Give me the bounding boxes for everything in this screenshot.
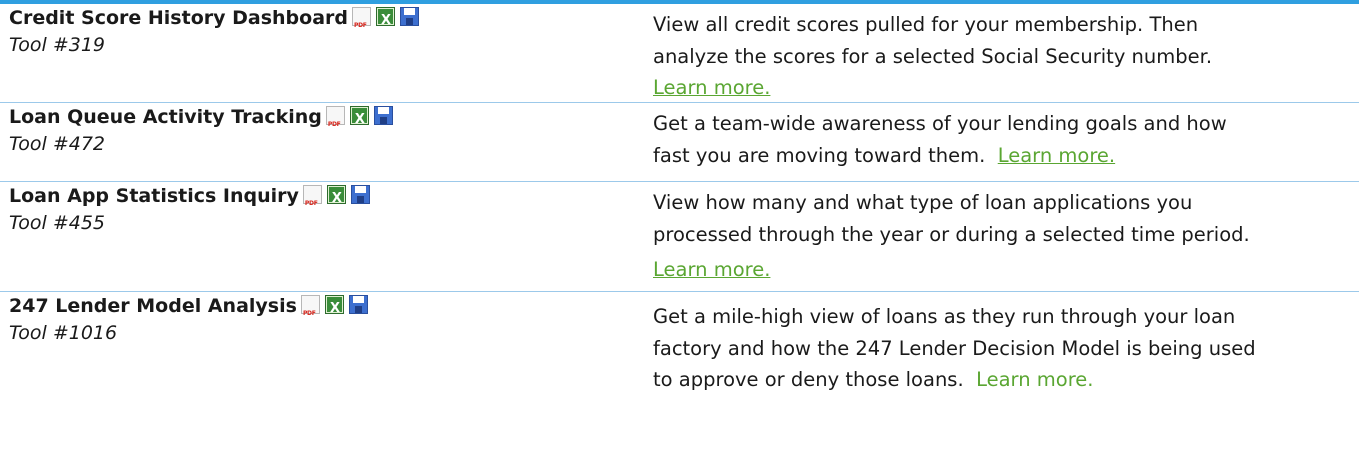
learn-more-link[interactable]: Learn more. <box>976 368 1093 391</box>
tool-description: Get a team-wide awareness of your lendin… <box>653 108 1353 171</box>
save-icon[interactable] <box>350 185 370 204</box>
save-icon[interactable] <box>373 106 393 125</box>
download-icons: PDF <box>300 295 368 321</box>
description-line: fast you are moving toward them. <box>653 143 998 167</box>
tool-description: View all credit scores pulled for your m… <box>653 9 1353 104</box>
pdf-icon[interactable]: PDF <box>300 295 320 317</box>
tool-name: Credit Score History Dashboard PDF <box>9 6 609 33</box>
excel-icon[interactable] <box>376 7 395 33</box>
tool-row: Loan App Statistics InquiryPDF Tool #455… <box>0 182 1359 292</box>
description-line: Get a mile-high view of loans as they ru… <box>653 305 1236 328</box>
tool-description: Get a mile-high view of loans as they ru… <box>653 301 1353 396</box>
description-line: to approve or deny those loans. <box>653 368 977 391</box>
description-line: View how many and what type of loan appl… <box>653 191 1193 214</box>
description-line: analyze the scores for a selected Social… <box>653 44 1213 68</box>
description-line: factory and how the 247 Lender Decision … <box>653 336 1256 360</box>
tool-number: Tool #319 <box>9 34 106 56</box>
tool-table: Credit Score History DashboardPDF Tool #… <box>0 4 1359 464</box>
tool-number: Tool #472 <box>9 133 106 155</box>
download-icons: PDF <box>325 106 393 132</box>
tool-name: 247 Lender Model Analysis PDF <box>9 294 609 321</box>
description-line: View all credit scores pulled for your m… <box>653 13 1199 36</box>
excel-icon[interactable] <box>326 185 346 211</box>
excel-icon[interactable] <box>349 106 369 132</box>
pdf-icon[interactable]: PDF <box>302 185 322 207</box>
tool-info: Credit Score History DashboardPDF Tool #… <box>9 4 609 58</box>
learn-more-link[interactable]: Learn more. <box>653 76 770 99</box>
description-line: processed through the year or during a s… <box>653 222 1250 246</box>
tool-info: Loan App Statistics InquiryPDF Tool #455 <box>9 182 609 236</box>
tool-name: Loan Queue Activity Tracking PDF <box>9 105 609 132</box>
tool-row: Loan Queue Activity TrackingPDF Tool #47… <box>0 103 1359 182</box>
download-icons: PDF <box>352 7 419 33</box>
tool-row: Credit Score History DashboardPDF Tool #… <box>0 4 1359 103</box>
download-icons: PDF <box>302 185 370 211</box>
tool-info: Loan Queue Activity TrackingPDF Tool #47… <box>9 103 609 157</box>
tool-description: View how many and what type of loan appl… <box>653 187 1353 286</box>
learn-more-link[interactable]: Learn more. <box>998 144 1115 167</box>
learn-more-link[interactable]: Learn more. <box>653 258 770 281</box>
description-line: Get a team-wide awareness of your lendin… <box>653 112 1227 135</box>
tool-name: Loan App Statistics Inquiry PDF <box>9 184 609 211</box>
pdf-icon[interactable]: PDF <box>352 7 371 29</box>
save-icon[interactable] <box>400 7 419 26</box>
tool-row: 247 Lender Model AnalysisPDF Tool #1016 … <box>0 292 1359 464</box>
excel-icon[interactable] <box>324 295 344 321</box>
tool-info: 247 Lender Model AnalysisPDF Tool #1016 <box>9 292 609 346</box>
save-icon[interactable] <box>348 295 368 314</box>
pdf-icon[interactable]: PDF <box>325 106 345 128</box>
